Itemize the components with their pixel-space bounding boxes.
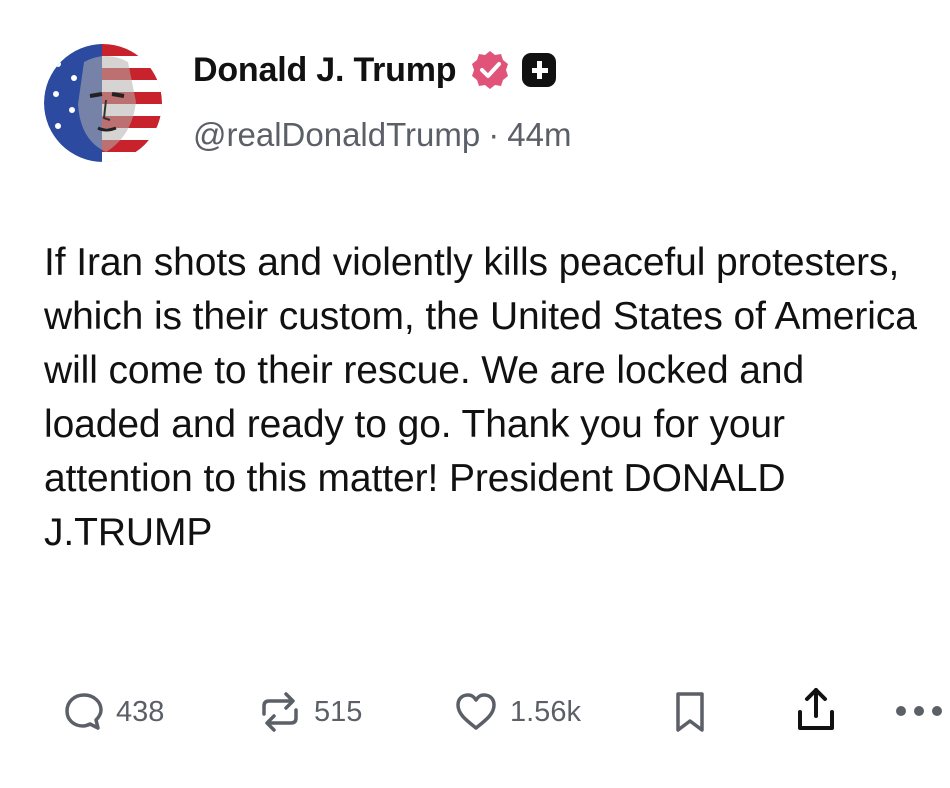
author-meta: @realDonaldTrump · 44m	[193, 116, 571, 154]
post-card: Donald J. Trump @realDonaldTrump · 44m If …	[0, 0, 950, 788]
verified-icon	[468, 48, 512, 92]
action-bar: 438 515 1.56k	[0, 676, 950, 746]
author-name-row: Donald J. Trump	[193, 48, 558, 92]
repost-button[interactable]: 515	[256, 688, 362, 736]
post-timestamp[interactable]: 44m	[507, 116, 571, 153]
like-button[interactable]: 1.56k	[452, 688, 581, 736]
post-text: If Iran shots and violently kills peacef…	[44, 241, 917, 554]
more-icon	[896, 706, 942, 716]
plus-badge-icon	[520, 51, 558, 89]
bookmark-button[interactable]	[672, 688, 708, 736]
more-button[interactable]	[894, 704, 944, 718]
repost-icon	[262, 692, 298, 732]
like-count: 1.56k	[510, 695, 581, 728]
author-handle[interactable]: @realDonaldTrump	[193, 116, 480, 153]
share-button[interactable]	[792, 684, 840, 736]
author-display-name[interactable]: Donald J. Trump	[193, 51, 457, 90]
share-icon	[798, 688, 834, 730]
avatar-image	[44, 44, 162, 162]
reply-count: 438	[116, 695, 165, 728]
reply-button[interactable]: 438	[62, 690, 164, 734]
meta-separator: ·	[488, 116, 500, 153]
repost-count: 515	[314, 695, 363, 728]
heart-icon	[456, 693, 496, 730]
bookmark-icon	[676, 692, 704, 732]
reply-icon	[65, 693, 103, 730]
avatar[interactable]	[44, 44, 162, 162]
